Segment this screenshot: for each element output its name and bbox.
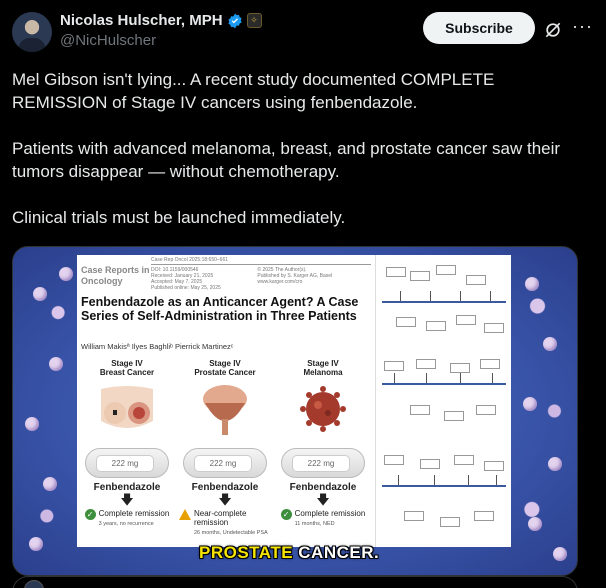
case-panel-melanoma: Stage IV Melanoma 222 mg Fenbendazole 🡇 (277, 359, 369, 547)
article-metadata: Case Rep Oncol 2025;18:650–661 DOI: 10.1… (151, 257, 371, 291)
pill-label: 222 mg (96, 455, 154, 472)
meta-citation: Case Rep Oncol 2025;18:650–661 (151, 257, 371, 265)
prostate-illustration-icon (203, 385, 247, 435)
caption-rest: CANCER. (293, 543, 380, 562)
warning-icon (179, 509, 191, 520)
grok-icon[interactable] (543, 20, 563, 40)
outcome-text: Near-complete remission (194, 509, 247, 527)
outcome: ✓ Complete remission 11 months, NED (277, 509, 369, 529)
article-authors: William Makisª Ilyes Baghliᵇ Pierrick Ma… (81, 342, 234, 351)
outcome-sub: 11 months, NED (294, 521, 335, 527)
pill-icon: 222 mg (85, 448, 169, 478)
tweet-media[interactable]: Case Reports in Oncology Case Rep Oncol … (12, 246, 578, 576)
check-circle-icon: ✓ (280, 509, 292, 520)
affiliation-badge-icon[interactable]: ✧ (246, 13, 262, 28)
paper-screenshot: Case Reports in Oncology Case Rep Oncol … (77, 255, 511, 547)
timeline-figure (380, 261, 508, 349)
tweet-paragraph: Mel Gibson isn't lying... A recent study… (12, 70, 495, 112)
pill-label: 222 mg (292, 455, 350, 472)
tweet-header: Nicolas Hulscher, MPH ✧ @NicHulscher Sub… (12, 8, 594, 56)
article-title: Fenbendazole as an Anticancer Agent? A C… (81, 295, 359, 323)
arrow-down-icon: 🡇 (120, 492, 134, 507)
tweet-text: Mel Gibson isn't lying... A recent study… (12, 68, 587, 252)
outcome-text: Complete remission (98, 509, 170, 518)
video-caption: PROSTATE CANCER. (199, 543, 379, 563)
next-post-preview (12, 576, 578, 588)
paper-figures (375, 255, 511, 547)
subscribe-button[interactable]: Subscribe (423, 12, 535, 44)
more-icon[interactable]: ··· (572, 17, 592, 38)
timeline-figure (380, 451, 508, 539)
outcome-sub: 3 years, no recurrence (98, 521, 154, 527)
arrow-down-icon: 🡇 (316, 492, 330, 507)
author-display-name[interactable]: Nicolas Hulscher, MPH (60, 12, 223, 29)
paper-front-page: Case Reports in Oncology Case Rep Oncol … (77, 255, 373, 547)
outcome-sub: 26 months, Undetectable PSA (194, 530, 268, 536)
panel-title: Stage IV Breast Cancer (99, 359, 155, 377)
caption-highlight: PROSTATE (199, 543, 294, 562)
timeline-figure (380, 355, 508, 443)
arrow-down-icon: 🡇 (218, 492, 232, 507)
pill-label: 222 mg (194, 455, 252, 472)
pill-icon: 222 mg (281, 448, 365, 478)
outcome: ✓ Complete remission 3 years, no recurre… (81, 509, 173, 529)
journal-name: Case Reports in Oncology (81, 265, 150, 286)
panel-title: Stage IV Melanoma (303, 359, 343, 377)
outcome-text: Complete remission (294, 509, 366, 518)
author-name-row: Nicolas Hulscher, MPH ✧ (60, 12, 262, 29)
verified-badge-icon (227, 13, 242, 28)
case-panel-prostate: Stage IV Prostate Cancer 222 mg Fenbenda… (179, 359, 271, 547)
meta-line: Published online: May 25, 2025 (151, 285, 221, 291)
meta-line: www.karger.com/cro (257, 279, 303, 285)
tweet-paragraph: Clinical trials must be launched immedia… (12, 208, 346, 227)
melanoma-illustration-icon (300, 386, 346, 432)
pill-icon: 222 mg (183, 448, 267, 478)
check-circle-icon: ✓ (84, 509, 96, 520)
tweet-paragraph: Patients with advanced melanoma, breast,… (12, 139, 561, 181)
breast-illustration-icon (101, 386, 153, 428)
author-handle[interactable]: @NicHulscher (60, 32, 156, 49)
case-panel-breast: Stage IV Breast Cancer 222 mg Fenbendazo… (81, 359, 173, 547)
outcome: Near-complete remission 26 months, Undet… (179, 509, 271, 538)
author-avatar[interactable] (12, 12, 52, 52)
panel-title: Stage IV Prostate Cancer (194, 359, 256, 377)
